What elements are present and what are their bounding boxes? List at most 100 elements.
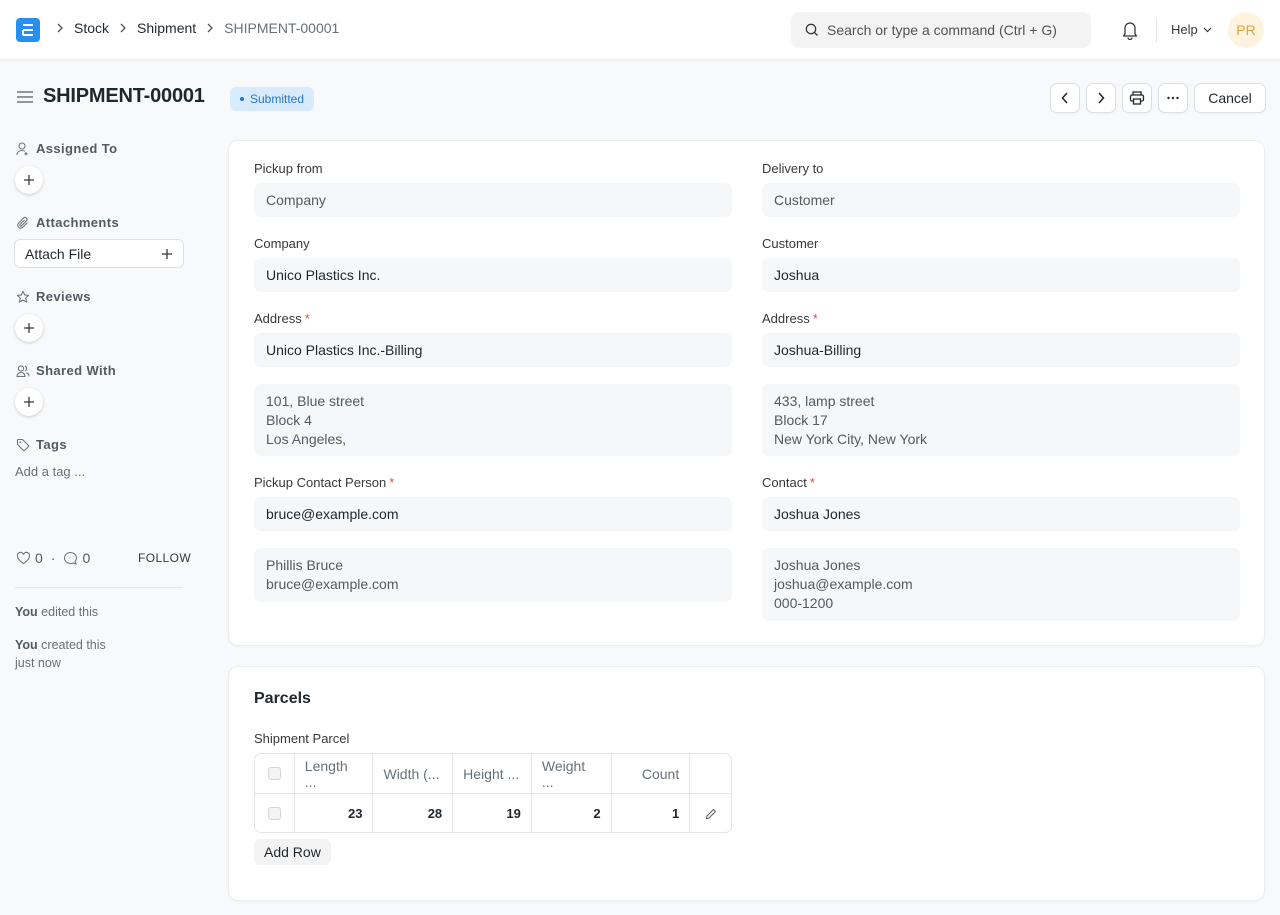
breadcrumb-shipment[interactable]: Shipment [137, 20, 196, 36]
delivery-contact-display: Joshua Jones joshua@example.com 000-1200 [762, 548, 1240, 621]
attach-file-label: Attach File [25, 245, 92, 262]
cancel-button[interactable]: Cancel [1194, 83, 1266, 113]
chevron-left-icon [1061, 92, 1068, 104]
attachments-label: Attachments [16, 215, 119, 230]
assigned-to-label: Assigned To [16, 141, 117, 156]
user-add-icon [16, 141, 28, 155]
delivery-contact-label: Contact * [762, 475, 815, 490]
cell-height[interactable]: 19 [453, 794, 532, 832]
shipment-parcel-table: Length ... Width (... Height ... Weight … [254, 753, 732, 833]
company-label: Company [254, 236, 310, 251]
users-icon [16, 364, 30, 377]
shared-with-label: Shared With [16, 363, 116, 378]
customer-field[interactable]: Joshua [762, 258, 1240, 292]
print-button[interactable] [1122, 83, 1152, 113]
delivery-address-label: Address * [762, 311, 818, 326]
select-all-checkbox-cell [255, 754, 295, 793]
shipment-details-card: Pickup from Company Company Unico Plasti… [228, 140, 1265, 646]
tag-icon [16, 438, 30, 452]
cell-count[interactable]: 1 [612, 794, 691, 832]
add-share-button[interactable] [15, 388, 43, 416]
column-header-count[interactable]: Count [612, 754, 691, 793]
required-asterisk: * [812, 311, 818, 326]
pickup-contact-label: Pickup Contact Person * [254, 475, 395, 490]
printer-icon [1129, 91, 1145, 105]
chevron-right-icon [1098, 92, 1105, 104]
column-header-width[interactable]: Width (... [373, 754, 454, 793]
more-actions-button[interactable] [1158, 83, 1188, 113]
paperclip-icon [17, 216, 28, 229]
chevron-right-icon [119, 23, 127, 33]
pickup-from-field[interactable]: Company [254, 183, 732, 217]
add-row-button[interactable]: Add Row [254, 839, 331, 865]
parcels-card: Parcels Shipment Parcel Length ... Width… [228, 666, 1265, 901]
delivery-address-display: 433, lamp street Block 17 New York City,… [762, 384, 1240, 456]
pickup-address-field[interactable]: Unico Plastics Inc.-Billing [254, 333, 732, 367]
status-badge: Submitted [230, 87, 315, 111]
table-header-row: Length ... Width (... Height ... Weight … [255, 754, 731, 793]
next-document-button[interactable] [1086, 83, 1116, 113]
help-dropdown[interactable]: Help [1171, 22, 1212, 37]
required-asterisk: * [809, 475, 815, 490]
likes-comments: 0 · 0 [16, 550, 90, 566]
pickup-from-label: Pickup from [254, 161, 323, 176]
table-row[interactable]: 23 28 19 2 1 [255, 793, 731, 832]
star-icon [16, 290, 30, 303]
edit-row-button[interactable] [690, 794, 731, 832]
help-label: Help [1171, 22, 1198, 37]
separator-dot: · [50, 550, 56, 566]
status-dot [240, 97, 244, 101]
breadcrumb: Stock Shipment SHIPMENT-00001 [52, 20, 339, 36]
pickup-contact-field[interactable]: bruce@example.com [254, 497, 732, 531]
comments-count: 0 [82, 550, 91, 566]
column-header-weight[interactable]: Weight ... [532, 754, 612, 793]
company-field[interactable]: Unico Plastics Inc. [254, 258, 732, 292]
sidebar-toggle-icon[interactable] [16, 90, 34, 107]
cell-weight[interactable]: 2 [532, 794, 612, 832]
required-asterisk: * [304, 311, 310, 326]
status-text: Submitted [250, 92, 305, 106]
attach-file-button[interactable]: Attach File [14, 239, 184, 268]
pickup-address-display: 101, Blue street Block 4 Los Angeles, [254, 384, 732, 456]
chevron-down-icon [1203, 27, 1212, 32]
user-avatar[interactable]: PR [1228, 12, 1264, 48]
search-input[interactable]: Search or type a command (Ctrl + G) [791, 12, 1091, 48]
ellipsis-icon [1167, 96, 1179, 100]
row-checkbox-cell [255, 794, 295, 832]
column-header-settings [690, 754, 731, 793]
cell-width[interactable]: 28 [373, 794, 454, 832]
activity-item: You edited this [15, 605, 99, 619]
parcels-section-title: Parcels [254, 690, 311, 707]
delivery-to-field[interactable]: Customer [762, 183, 1240, 217]
pickup-address-label: Address * [254, 311, 310, 326]
add-review-button[interactable] [15, 314, 43, 342]
select-all-checkbox[interactable] [267, 767, 281, 780]
likes-count: 0 [35, 550, 43, 566]
required-asterisk: * [389, 475, 395, 490]
column-header-height[interactable]: Height ... [453, 754, 532, 793]
plus-icon [24, 397, 34, 407]
app-logo[interactable] [16, 18, 40, 42]
add-assignee-button[interactable] [15, 166, 43, 194]
follow-button[interactable]: FOLLOW [138, 551, 191, 565]
cell-length[interactable]: 23 [295, 794, 374, 832]
delivery-to-label: Delivery to [762, 161, 824, 176]
heart-icon[interactable] [16, 551, 31, 565]
notifications-bell-icon[interactable] [1121, 20, 1139, 43]
delivery-contact-field[interactable]: Joshua Jones [762, 497, 1240, 531]
customer-label: Customer [762, 236, 819, 251]
previous-document-button[interactable] [1050, 83, 1080, 113]
column-header-length[interactable]: Length ... [295, 754, 374, 793]
pencil-icon [705, 808, 716, 819]
breadcrumb-current[interactable]: SHIPMENT-00001 [224, 20, 339, 36]
add-tag-input[interactable]: Add a tag ... [15, 464, 85, 479]
plus-icon [24, 323, 34, 333]
comment-icon[interactable] [63, 551, 78, 565]
delivery-address-field[interactable]: Joshua-Billing [762, 333, 1240, 367]
row-checkbox[interactable] [267, 807, 281, 820]
breadcrumb-stock[interactable]: Stock [74, 20, 109, 36]
page-title: SHIPMENT-00001 [43, 85, 205, 107]
tags-label: Tags [16, 437, 67, 452]
shipment-parcel-label: Shipment Parcel [254, 731, 350, 746]
plus-icon [24, 175, 34, 185]
